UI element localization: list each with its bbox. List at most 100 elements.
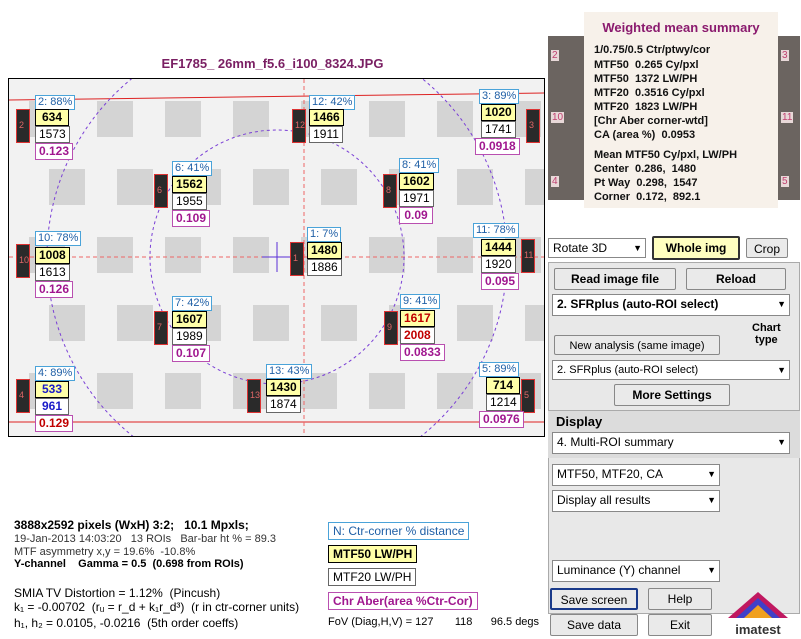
new-analysis-button[interactable]: New analysis (same image) [554,335,720,355]
roi-ca-value: 0.095 [481,273,520,290]
summary-line: MTF50 1372 LW/PH [594,73,698,85]
chart-pattern-square [321,305,357,341]
roi-mtf50-value: 1430 [266,379,301,396]
roi-position-label: 10: 78% [35,231,82,246]
chart-pattern-square [117,169,153,205]
roi-mtf20-value: 1989 [172,328,207,345]
roi-position-label: 8: 41% [399,158,440,173]
whole-img-button[interactable]: Whole img [652,236,740,260]
roi-mtf50-value: 1466 [309,109,344,126]
channel-info: Y-channel Gamma = 0.5 (0.698 from ROIs) [14,558,244,570]
roi-marker[interactable]: 12 [292,109,306,143]
display-mode-select[interactable]: 4. Multi-ROI summary ▼ [552,432,790,454]
roi-marker[interactable]: 2 [16,109,30,143]
roi-ca-value: 0.107 [172,345,211,362]
image-size-info: 3888x2592 pixels (WxH) 3:2; 10.1 Mpxls; [14,518,249,532]
roi-mtf20-value: 1214 [486,394,521,411]
roi-position-label: 11: 78% [473,223,519,238]
analysis-mode-select[interactable]: 2. SFRplus (auto-ROI select) ▼ [552,294,790,316]
roi-mtf50-value: 714 [486,377,520,394]
roi-marker[interactable]: 8 [383,174,397,208]
roi-marker[interactable]: 4 [16,379,30,413]
asymmetry-info: MTF asymmetry x,y = 19.6% -10.8% [14,546,196,558]
chart-pattern-square [49,305,85,341]
imatest-logo: imatest [722,588,794,638]
crop-button[interactable]: Crop [746,238,788,258]
legend-mtf50: MTF50 LW/PH [328,545,418,563]
chart-pattern-square [165,101,201,137]
chart-pattern-square [437,101,473,137]
roi-ca-value: 0.0918 [475,138,520,155]
roi-thumbnail-strip-left: 2 10 4 [548,36,584,200]
h-coeff-info: h₁, h₂ = 0.0105, -0.0216 (5th order coef… [14,616,239,630]
chart-pattern-square [525,169,544,205]
roi-position-label: 4: 89% [35,366,76,381]
exit-button[interactable]: Exit [648,614,712,636]
summary-line: Pt Way 0.298, 1547 [594,177,698,189]
thumb-label: 4 [551,176,559,187]
channel-select[interactable]: Luminance (Y) channel ▼ [552,560,720,582]
roi-marker[interactable]: 5 [521,379,535,413]
roi-mtf50-value: 1602 [399,173,434,190]
chart-pattern-square [233,237,269,273]
help-button[interactable]: Help [648,588,712,610]
thumb-label: 11 [781,112,794,123]
chart-image-plot: 2 12 3 6 8 10 1 11 7 9 4 13 5 2: 88% 634… [8,78,545,437]
roi-mtf50-value: 533 [35,381,69,398]
roi-position-label: 3: 89% [479,89,520,104]
roi-mtf20-value: 1886 [307,259,342,276]
roi-marker[interactable]: 13 [247,379,261,413]
chart-pattern-square [233,101,269,137]
roi-position-label: 5: 89% [479,362,520,377]
chart-pattern-square [97,373,133,409]
save-data-button[interactable]: Save data [550,614,638,636]
chart-type-label: Chart type [752,322,781,346]
roi-position-label: 13: 43% [266,364,313,379]
roi-ca-value: 0.123 [35,143,74,160]
roi-ca-value: 0.0833 [400,344,445,361]
results-select[interactable]: Display all results ▼ [552,490,720,512]
chart-pattern-square [369,237,405,273]
roi-mtf20-value: 1741 [481,121,516,138]
roi-marker[interactable]: 11 [521,239,535,273]
chart-pattern-square [369,373,405,409]
chart-pattern-square [525,305,544,341]
chart-pattern-square [457,169,493,205]
summary-line: MTF50 0.265 Cy/pxl [594,59,699,71]
rotate-3d-select[interactable]: Rotate 3D ▼ [548,238,646,258]
chart-pattern-square [321,169,357,205]
roi-marker[interactable]: 6 [154,174,168,208]
roi-position-label: 2: 88% [35,95,76,110]
roi-ca-value: 0.09 [399,207,433,224]
roi-ca-value: 0.129 [35,415,74,432]
roi-mtf20-value: 1613 [35,264,70,281]
roi-mtf50-value: 1607 [172,311,207,328]
roi-marker[interactable]: 3 [526,109,540,143]
metric-select[interactable]: MTF50, MTF20, CA ▼ [552,464,720,486]
chart-pattern-square [97,237,133,273]
reload-button[interactable]: Reload [686,268,786,290]
roi-thumbnail-strip-right: 3 11 5 [778,36,800,200]
more-settings-button[interactable]: More Settings [614,384,730,406]
roi-mtf50-value: 1562 [172,176,207,193]
roi-ca-value: 0.109 [172,210,211,227]
chart-pattern-square [97,101,133,137]
roi-mtf20-value: 1874 [266,396,301,413]
save-screen-button[interactable]: Save screen [550,588,638,610]
logo-text: imatest [735,622,781,637]
roi-marker[interactable]: 10 [16,244,30,278]
legend-position: N: Ctr-corner % distance [328,522,470,540]
chart-type-select[interactable]: 2. SFRplus (auto-ROI select) ▼ [552,360,790,380]
roi-mtf50-value: 1008 [35,247,70,264]
roi-ca-value: 0.126 [35,281,74,298]
roi-marker[interactable]: 7 [154,311,168,345]
roi-marker[interactable]: 1 [290,242,304,276]
roi-mtf50-value: 1617 [400,310,435,327]
summary-line: [Chr Aber corner-wtd] [594,115,708,127]
image-title: EF1785_ 26mm_f5.6_i100_8324.JPG [161,56,384,71]
summary-line: MTF20 1823 LW/PH [594,101,698,113]
read-image-file-button[interactable]: Read image file [554,268,676,290]
roi-marker[interactable]: 9 [384,311,398,345]
roi-position-label: 7: 42% [172,296,213,311]
thumb-label: 2 [551,50,559,61]
